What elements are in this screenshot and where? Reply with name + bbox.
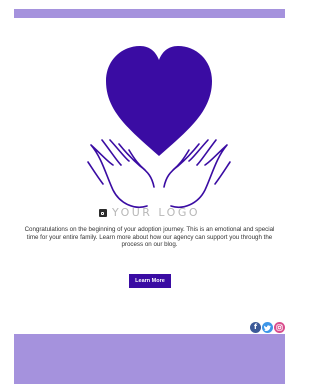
- facebook-icon[interactable]: f: [250, 322, 261, 333]
- instagram-icon[interactable]: [274, 322, 285, 333]
- twitter-icon[interactable]: [262, 322, 273, 333]
- instagram-camera-icon: [276, 324, 283, 331]
- email-template: YOUR LOGO Congratulations on the beginni…: [0, 0, 299, 384]
- left-hand: [87, 139, 155, 208]
- right-hand: [163, 139, 231, 208]
- heart-shape: [106, 46, 212, 156]
- heart-hands-illustration: [87, 46, 231, 208]
- footer-band: [14, 334, 285, 384]
- top-accent-bar: [14, 9, 285, 18]
- learn-more-button[interactable]: Learn More: [129, 274, 171, 288]
- logo-mark-icon: [98, 209, 107, 217]
- twitter-bird-icon: [264, 324, 271, 331]
- logo: YOUR LOGO: [14, 206, 285, 220]
- logo-text: YOUR LOGO: [111, 206, 201, 219]
- body-message: Congratulations on the beginning of your…: [24, 226, 275, 249]
- email-card: YOUR LOGO Congratulations on the beginni…: [14, 18, 285, 334]
